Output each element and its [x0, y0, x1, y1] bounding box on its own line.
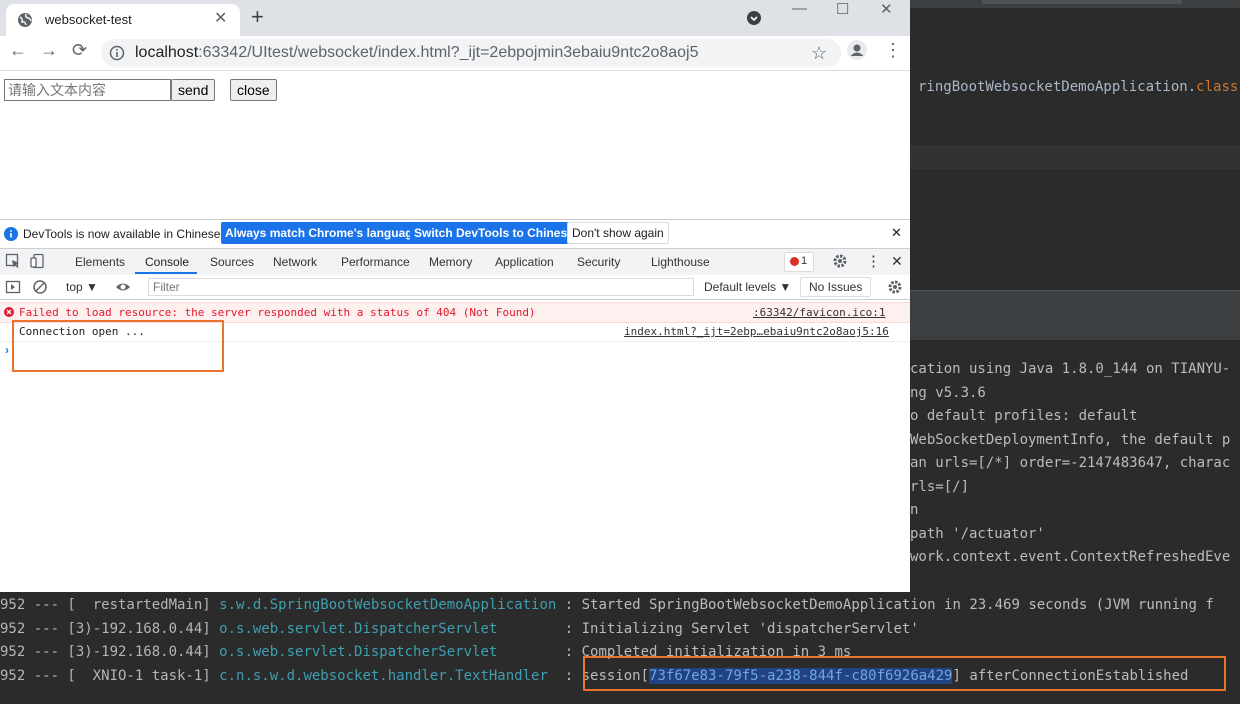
ide-log-fragment: ng v5.3.6 — [910, 384, 986, 401]
log-logger: c.n.s.w.d.websocket.handler.TextHandler — [219, 668, 557, 684]
tab-strip: websocket-test ✕ + — ☐ ✕ — [0, 0, 910, 36]
globe-icon — [18, 13, 32, 27]
log-pid: 952 --- [ XNIO-1 task-1] — [0, 668, 220, 684]
ide-editor-tab[interactable] — [982, 0, 1182, 4]
console-settings-gear-icon[interactable] — [887, 279, 903, 295]
ide-log-fragment: o default profiles: default — [910, 408, 1138, 424]
ide-log-fragment: path '/actuator' — [910, 525, 1045, 542]
log-logger: o.s.web.servlet.DispatcherServlet — [219, 644, 557, 660]
log-pid: 952 --- [ restartedMain] — [0, 597, 220, 613]
tab-sources[interactable]: Sources — [210, 255, 254, 269]
devtools-tab-bar: Elements Console Sources Network Perform… — [0, 248, 910, 276]
always-match-language-button[interactable]: Always match Chrome's language — [221, 222, 424, 244]
infobar-close-icon[interactable]: ✕ — [891, 225, 902, 241]
log-source-link[interactable]: index.html?_ijt=2ebp…ebaiu9ntc2o8aoj5:16 — [624, 325, 889, 338]
error-text: Failed to load resource: the server resp… — [19, 306, 536, 319]
device-toolbar-icon[interactable] — [30, 253, 46, 269]
log-levels-dropdown[interactable]: Default levels ▼ — [704, 280, 791, 294]
close-button[interactable]: close — [230, 79, 277, 101]
error-circle-icon — [4, 307, 14, 317]
maximize-button[interactable]: ☐ — [836, 0, 849, 18]
tab-memory[interactable]: Memory — [429, 255, 472, 269]
log-message: : Started SpringBootWebsocketDemoApplica… — [556, 597, 1214, 613]
switch-to-chinese-button[interactable]: Switch DevTools to Chinese — [410, 222, 578, 244]
code-keyword: class, — [1196, 79, 1240, 95]
new-tab-button[interactable]: + — [251, 4, 264, 30]
ide-code-editor[interactable]: ringBootWebsocketDemoApplication.class, — [910, 8, 1240, 290]
web-page-content: send close — [0, 71, 910, 219]
error-source-link[interactable]: :63342/favicon.ico:1 — [753, 306, 885, 319]
dont-show-again-button[interactable]: Don't show again — [567, 222, 669, 244]
site-info-icon[interactable] — [109, 45, 125, 61]
issues-button[interactable]: No Issues — [800, 277, 872, 297]
ide-log-fragment: an urls=[/*] order=-2147483647, charac — [910, 455, 1231, 471]
ide-run-tool-header — [910, 298, 1240, 340]
info-icon — [4, 227, 18, 241]
tab-application[interactable]: Application — [495, 255, 554, 269]
browser-tab[interactable]: websocket-test ✕ — [6, 4, 240, 36]
devtools-language-infobar: DevTools is now available in Chinese! Al… — [0, 219, 910, 248]
console-filter-input[interactable] — [148, 278, 694, 296]
ide-log-row: 952 --- [3)-192.168.0.44] o.s.web.servle… — [0, 618, 919, 641]
back-arrow-icon[interactable]: ← — [9, 40, 27, 61]
clear-console-icon[interactable] — [32, 279, 48, 295]
browser-menu-icon[interactable]: ⋮ — [884, 40, 902, 61]
session-annotation-box — [583, 656, 1226, 691]
context-selector[interactable]: top ▼ — [66, 280, 98, 294]
ide-log-fragment: WebSocketDeploymentInfo, the default p — [910, 431, 1231, 448]
ide-run-console-right: cation using Java 1.8.0_144 on TIANYU-ng… — [910, 340, 1240, 592]
url-text: localhost:63342/UItest/websocket/index.h… — [135, 44, 699, 62]
sidebar-toggle-icon[interactable] — [5, 279, 21, 295]
infobar-message: DevTools is now available in Chinese! — [23, 227, 224, 241]
log-pid: 952 --- [3)-192.168.0.44] — [0, 620, 220, 637]
tab-security[interactable]: Security — [577, 255, 620, 269]
tab-performance[interactable]: Performance — [341, 255, 410, 269]
inspect-element-icon[interactable] — [5, 253, 21, 269]
live-expression-eye-icon[interactable] — [115, 279, 131, 295]
bookmark-star-icon[interactable]: ☆ — [811, 43, 827, 64]
devtools-close-icon[interactable]: ✕ — [891, 253, 903, 270]
tab-lighthouse[interactable]: Lighthouse — [651, 255, 710, 269]
log-pid: 952 --- [3)-192.168.0.44] — [0, 644, 220, 660]
ide-log-row: 952 --- [ restartedMain] s.w.d.SpringBoo… — [0, 594, 1214, 617]
url-host: localhost — [135, 44, 199, 61]
reload-icon[interactable]: ⟳ — [72, 40, 87, 61]
log-logger: o.s.web.servlet.DispatcherServlet — [219, 620, 557, 637]
ide-log-fragment: n — [910, 502, 919, 518]
forward-arrow-icon[interactable]: → — [40, 40, 58, 61]
active-tab-indicator — [135, 272, 197, 274]
ide-log-fragment: rls=[/] — [910, 478, 970, 495]
profile-avatar-icon[interactable] — [847, 40, 867, 60]
console-filter-bar: top ▼ Default levels ▼ No Issues — [0, 275, 910, 300]
url-path: :63342/UItest/websocket/index.html?_ijt=… — [198, 44, 699, 61]
tab-elements[interactable]: Elements — [75, 255, 125, 269]
console-prompt[interactable]: › — [5, 343, 9, 357]
tab-console[interactable]: Console — [145, 255, 189, 269]
tab-title: websocket-test — [45, 12, 132, 27]
log-message: : Initializing Servlet 'dispatcherServle… — [556, 620, 919, 637]
error-dot-icon — [790, 257, 799, 266]
ide-current-line-highlight — [910, 145, 1240, 169]
message-input[interactable] — [4, 79, 171, 101]
ide-code-line: ringBootWebsocketDemoApplication.class, — [918, 79, 1240, 95]
browser-toolbar: ← → ⟳ localhost:63342/UItest/websocket/i… — [0, 36, 910, 71]
error-count-badge[interactable]: 1 — [784, 252, 814, 272]
tab-close-icon[interactable]: ✕ — [214, 8, 227, 28]
code-text: ringBootWebsocketDemoApplication. — [918, 79, 1197, 95]
send-button[interactable]: send — [171, 79, 216, 101]
ide-log-fragment: work.context.event.ContextRefreshedEve — [910, 549, 1231, 565]
connection-annotation-box — [12, 320, 224, 372]
error-count: 1 — [801, 255, 808, 267]
ide-log-fragment: cation using Java 1.8.0_144 on TIANYU- — [910, 361, 1231, 377]
address-bar[interactable]: localhost:63342/UItest/websocket/index.h… — [101, 39, 841, 67]
tab-network[interactable]: Network — [273, 255, 317, 269]
settings-gear-icon[interactable] — [832, 253, 848, 269]
log-logger: s.w.d.SpringBootWebsocketDemoApplication — [219, 597, 557, 613]
window-close-button[interactable]: ✕ — [880, 0, 893, 18]
minimize-button[interactable]: — — [792, 0, 807, 17]
devtools-menu-icon[interactable]: ⋮ — [866, 252, 881, 270]
browser-window: websocket-test ✕ + — ☐ ✕ ← → ⟳ localhost… — [0, 0, 910, 592]
tab-search-icon[interactable] — [746, 10, 762, 26]
